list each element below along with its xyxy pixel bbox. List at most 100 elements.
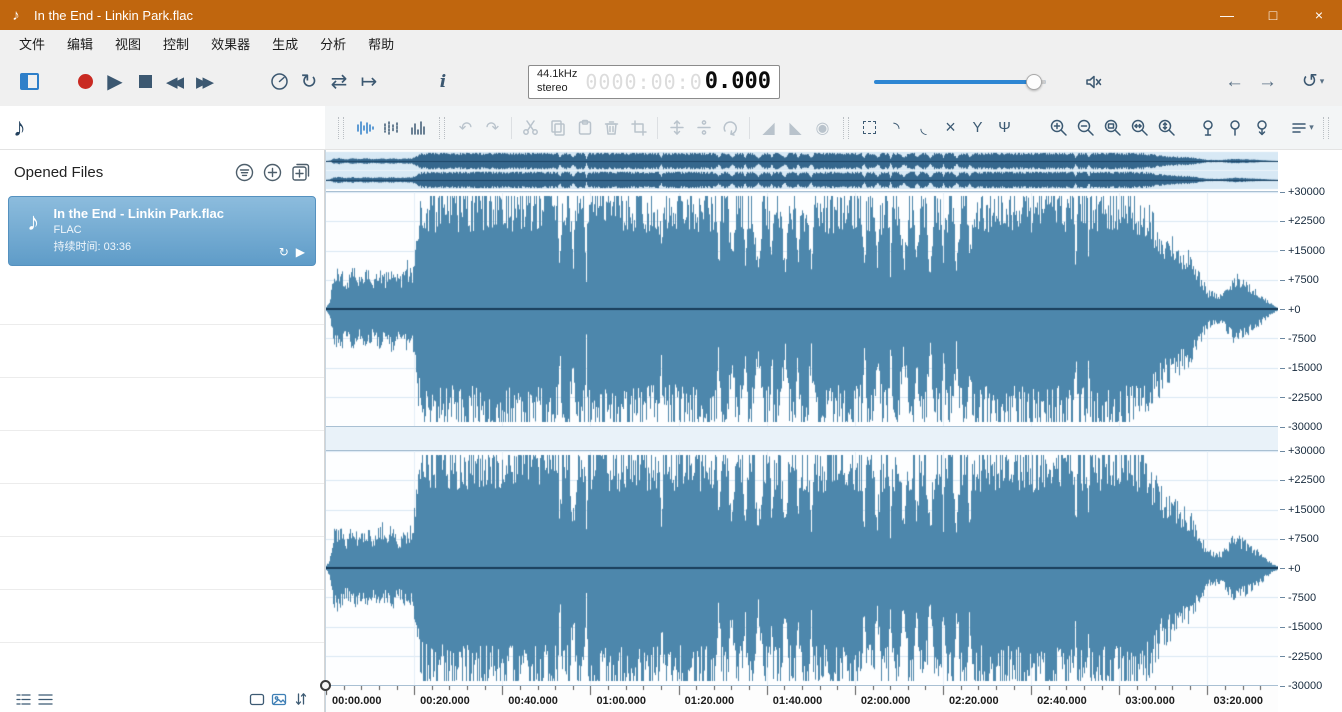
menu-item[interactable]: 生成: [261, 30, 309, 57]
channel-divider[interactable]: [326, 427, 1278, 451]
show-artwork-button[interactable]: [268, 688, 290, 710]
delete-button[interactable]: [598, 113, 625, 143]
redo-button[interactable]: ↷: [479, 113, 506, 143]
split-channels-button[interactable]: [690, 113, 717, 143]
y-tool-button[interactable]: Y: [964, 113, 991, 143]
filter-files-button[interactable]: [232, 160, 256, 184]
scale-label: -22500: [1280, 392, 1322, 404]
reverse-button[interactable]: [717, 113, 744, 143]
menu-item[interactable]: 帮助: [357, 30, 405, 57]
psi-tool-button[interactable]: Ψ: [991, 113, 1018, 143]
add-file-group-button[interactable]: [288, 160, 312, 184]
waveform-channel-left[interactable]: [326, 192, 1278, 427]
document-tab-area: ♪: [0, 106, 325, 149]
curve-tool-2-button[interactable]: ◟: [910, 113, 937, 143]
toolbar-drag-handle[interactable]: [843, 117, 849, 139]
volume-slider-knob[interactable]: [1026, 74, 1042, 90]
list-item-empty: [0, 431, 324, 484]
mute-button[interactable]: [1078, 64, 1108, 100]
scale-label: +0: [1280, 304, 1301, 316]
goto-icon: ↦: [361, 69, 378, 94]
waveform-channel-right[interactable]: [326, 451, 1278, 686]
close-button[interactable]: ×: [1296, 0, 1342, 30]
list-icon: [1291, 121, 1307, 135]
fade-in-icon: ◢: [762, 118, 774, 138]
nav-forward-button[interactable]: →: [1251, 64, 1284, 100]
nav-back-button[interactable]: ←: [1218, 64, 1251, 100]
toolbar-drag-handle[interactable]: [439, 117, 445, 139]
minimize-button[interactable]: —: [1204, 0, 1250, 30]
fast-forward-button[interactable]: ▶▶: [190, 64, 220, 100]
file-play-icon[interactable]: ▶: [296, 245, 305, 259]
maximize-button[interactable]: □: [1250, 0, 1296, 30]
selection-end-marker-button[interactable]: [1248, 113, 1275, 143]
sidebar: Opened Files ♪ In the End - Linkin Park.…: [0, 150, 325, 712]
zoom-in-icon: [1049, 118, 1068, 137]
record-icon: [78, 74, 93, 89]
list-detail-view-button[interactable]: [12, 688, 34, 710]
time-digits-value: 0.000: [705, 69, 771, 94]
zoom-all-button[interactable]: [1126, 113, 1153, 143]
trim-button[interactable]: [625, 113, 652, 143]
show-card-button[interactable]: [246, 688, 268, 710]
undo-button[interactable]: ↶: [452, 113, 479, 143]
zoom-in-button[interactable]: [1045, 113, 1072, 143]
amplify-button[interactable]: [663, 113, 690, 143]
menu-item[interactable]: 效果器: [200, 30, 261, 57]
zoom-out-button[interactable]: [1072, 113, 1099, 143]
view-waveform-button[interactable]: [351, 113, 378, 143]
scale-label: +30000: [1280, 186, 1325, 198]
sidebar-toggle-button[interactable]: [14, 64, 44, 100]
loop-button[interactable]: ↻: [294, 64, 324, 100]
loop-selection-button[interactable]: ⇄: [324, 64, 354, 100]
menu-item[interactable]: 编辑: [56, 30, 104, 57]
view-spectrogram-button[interactable]: [378, 113, 405, 143]
rewind-button[interactable]: ◀◀: [160, 64, 190, 100]
time-ruler[interactable]: 00:00.00000:20.00000:40.00001:00.00001:2…: [326, 686, 1278, 712]
volume-slider[interactable]: [874, 80, 1046, 84]
copy-button[interactable]: [544, 113, 571, 143]
forward-icon: →: [1251, 71, 1284, 93]
playhead-marker[interactable]: [320, 680, 331, 691]
list-item-opened-file[interactable]: ♪ In the End - Linkin Park.flac FLAC 持续时…: [8, 196, 316, 266]
normalize-button[interactable]: ◉: [809, 113, 836, 143]
zoom-vertical-button[interactable]: [1153, 113, 1180, 143]
cross-tool-button[interactable]: ×: [937, 113, 964, 143]
toolbar-drag-handle[interactable]: [338, 117, 344, 139]
sort-files-button[interactable]: [290, 688, 312, 710]
effects-list-button[interactable]: ▾: [1289, 113, 1316, 143]
toolbar-drag-handle[interactable]: [1323, 117, 1329, 139]
record-level-button[interactable]: [264, 64, 294, 100]
selection-cursor-marker-button[interactable]: [1221, 113, 1248, 143]
ruler-time-label: 02:40.000: [1037, 695, 1087, 707]
curve-tool-button[interactable]: ◝: [883, 113, 910, 143]
history-button[interactable]: ↺ ▾: [1298, 64, 1328, 100]
file-title: In the End - Linkin Park.flac: [54, 206, 224, 221]
free-select-button[interactable]: [856, 113, 883, 143]
menubar: 文件编辑视图控制效果器生成分析帮助: [0, 30, 1342, 57]
record-button[interactable]: [70, 64, 100, 100]
ruler-time-label: 00:00.000: [332, 695, 382, 707]
menu-item[interactable]: 分析: [309, 30, 357, 57]
view-spectral-button[interactable]: [405, 113, 432, 143]
add-file-button[interactable]: [260, 160, 284, 184]
file-loop-icon[interactable]: ↻: [279, 245, 289, 259]
info-button[interactable]: i: [428, 64, 458, 100]
menu-item[interactable]: 文件: [8, 30, 56, 57]
cut-button[interactable]: [517, 113, 544, 143]
menu-item[interactable]: 视图: [104, 30, 152, 57]
list-compact-view-button[interactable]: [34, 688, 56, 710]
overview-strip[interactable]: [326, 150, 1278, 192]
play-from-cursor-button[interactable]: ↦: [354, 64, 384, 100]
selection-start-marker-button[interactable]: [1194, 113, 1221, 143]
fade-out-button[interactable]: ◣: [782, 113, 809, 143]
reverse-icon: [722, 120, 739, 136]
play-button[interactable]: ▶: [100, 64, 130, 100]
stop-button[interactable]: [130, 64, 160, 100]
paste-button[interactable]: [571, 113, 598, 143]
fade-in-button[interactable]: ◢: [755, 113, 782, 143]
file-format: FLAC: [54, 224, 224, 236]
menu-item[interactable]: 控制: [152, 30, 200, 57]
zoom-selection-button[interactable]: [1099, 113, 1126, 143]
spectrogram-view-icon: [383, 120, 401, 136]
